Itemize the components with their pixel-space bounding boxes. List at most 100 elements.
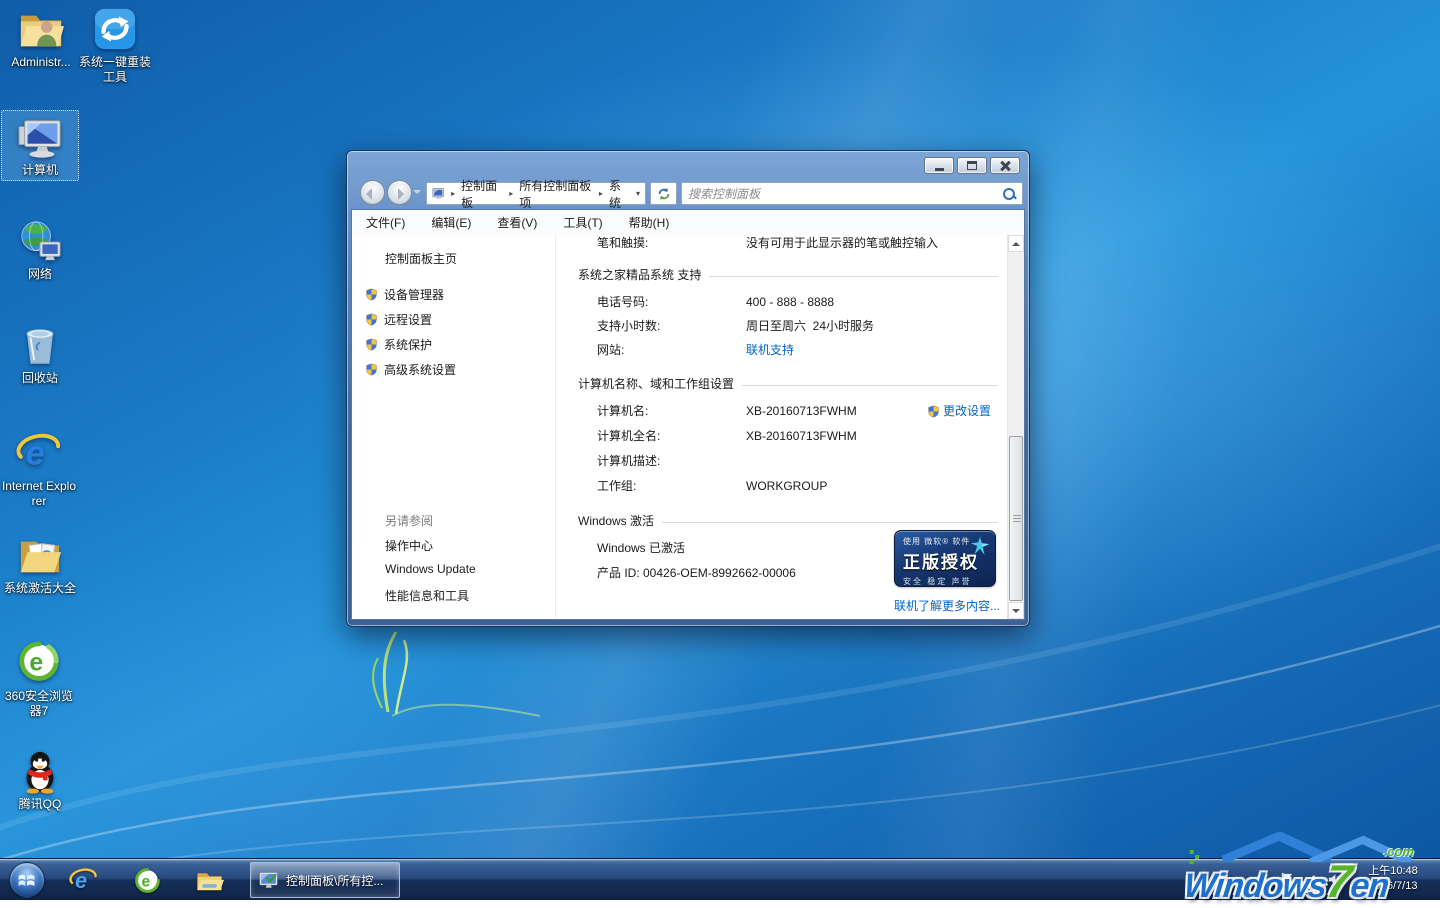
- learn-more-online-link[interactable]: 联机了解更多内容...: [894, 597, 1000, 614]
- ie-icon: e: [69, 866, 98, 895]
- section-rule: [709, 276, 998, 277]
- search-icon[interactable]: [1002, 187, 1016, 201]
- row-value: 没有可用于此显示器的笔或触控输入: [746, 235, 938, 251]
- sidebar: 控制面板主页 设备管理器 远程设置: [352, 235, 556, 619]
- change-settings-link[interactable]: 更改设置: [927, 403, 991, 419]
- desktop-icon-network[interactable]: 网络: [1, 218, 79, 282]
- desktop-icon-activation-pack[interactable]: 系统激活大全: [1, 532, 79, 596]
- sidebar-item-label: Windows Update: [385, 562, 476, 576]
- minimize-button[interactable]: [924, 157, 954, 174]
- menu-help[interactable]: 帮助(H): [629, 214, 670, 231]
- desktop-icon-360-browser[interactable]: e 360安全浏览器7: [0, 640, 78, 719]
- breadcrumb-item-system[interactable]: 系统: [609, 177, 630, 211]
- sidebar-item-control-panel-home[interactable]: 控制面板主页: [385, 250, 457, 267]
- website-row: 网站: 联机支持: [597, 342, 998, 358]
- row-value: XB-20160713FWHM: [746, 428, 857, 444]
- back-arrow-icon: [366, 188, 372, 200]
- uac-shield-icon: [927, 405, 940, 418]
- sidebar-item-label: 操作中心: [385, 537, 433, 554]
- online-support-link[interactable]: 联机支持: [746, 342, 794, 358]
- taskbar-active-task-control-panel[interactable]: 控制面板\所有控...: [250, 862, 400, 898]
- activation-section-header: Windows 激活: [578, 513, 998, 529]
- recent-pages-dropdown-icon[interactable]: [413, 190, 421, 198]
- sidebar-item-label: 设备管理器: [384, 286, 444, 303]
- menu-tools[interactable]: 工具(T): [563, 214, 602, 231]
- scrollbar-thumb[interactable]: [1009, 436, 1023, 601]
- desktop-wallpaper: Administr... 系统一键重装工具 计算机: [0, 0, 1440, 900]
- sidebar-item-label: 高级系统设置: [384, 361, 456, 378]
- ie-icon: e: [16, 430, 62, 476]
- vertical-scrollbar[interactable]: [1007, 235, 1024, 619]
- close-icon: [999, 161, 1011, 171]
- badge-bottom-text: 安全 稳定 声誉: [903, 576, 987, 587]
- desktop-icon-recycle-bin[interactable]: 回收站: [1, 322, 79, 386]
- close-button[interactable]: [990, 157, 1020, 174]
- full-computer-name-row: 计算机全名: XB-20160713FWHM: [597, 428, 998, 444]
- support-section-header: 系统之家精品系统 支持: [578, 267, 998, 283]
- refresh-icon: [657, 187, 671, 201]
- breadcrumb-item-all-items[interactable]: 所有控制面板项: [519, 177, 593, 211]
- phone-row: 电话号码: 400 - 888 - 8888: [597, 294, 998, 310]
- icon-label: 腾讯QQ: [1, 797, 79, 812]
- show-hidden-icons-button[interactable]: [1260, 873, 1270, 883]
- breadcrumb[interactable]: ▸ 控制面板 ▸ 所有控制面板项 ▸ 系统 ▾: [426, 182, 646, 205]
- action-center-flag-icon[interactable]: [1279, 872, 1294, 887]
- row-label: 电话号码:: [597, 294, 746, 310]
- sidebar-item-system-protection[interactable]: 系统保护: [365, 336, 432, 353]
- sidebar-item-windows-update[interactable]: Windows Update: [385, 562, 476, 576]
- task-button-label: 控制面板\所有控...: [286, 872, 383, 889]
- genuine-microsoft-badge: 使用 微软® 软件 正版授权 安全 稳定 声誉: [894, 530, 996, 587]
- menu-view[interactable]: 查看(V): [497, 214, 537, 231]
- desktop-icon-qq[interactable]: 腾讯QQ: [1, 748, 79, 812]
- breadcrumb-item-control-panel[interactable]: 控制面板: [461, 177, 503, 211]
- minimize-icon: [935, 168, 944, 171]
- address-dropdown-icon[interactable]: ▾: [636, 189, 640, 198]
- forward-button[interactable]: [387, 180, 412, 205]
- user-folder-icon: [18, 6, 64, 52]
- recycle-bin-icon: [17, 322, 63, 368]
- control-panel-task-icon: [258, 869, 280, 891]
- refresh-button[interactable]: [650, 182, 677, 205]
- taskbar-clock[interactable]: 上午10:48 2016/7/13: [1352, 864, 1434, 894]
- clock-time: 上午10:48: [1352, 864, 1434, 879]
- pen-touch-row: 笔和触摸: 没有可用于此显示器的笔或触控输入: [597, 235, 998, 251]
- open-folder-icon: [17, 532, 63, 578]
- menu-file[interactable]: 文件(F): [366, 214, 405, 231]
- sidebar-item-device-manager[interactable]: 设备管理器: [365, 286, 444, 303]
- navigation-bar: ▸ 控制面板 ▸ 所有控制面板项 ▸ 系统 ▾: [347, 178, 1029, 209]
- row-value: WORKGROUP: [746, 478, 827, 494]
- breadcrumb-separator: ▸: [509, 189, 513, 198]
- sidebar-item-performance-tools[interactable]: 性能信息和工具: [385, 587, 469, 604]
- row-label: 笔和触摸:: [597, 235, 746, 251]
- sidebar-item-action-center[interactable]: 操作中心: [385, 537, 433, 554]
- row-label: 计算机描述:: [597, 453, 746, 469]
- 360-browser-icon: e: [16, 640, 62, 686]
- sidebar-item-remote-settings[interactable]: 远程设置: [365, 311, 432, 328]
- desktop-icon-reinstall-tool[interactable]: 系统一键重装工具: [76, 6, 154, 85]
- search-box[interactable]: [681, 182, 1023, 205]
- desktop-icon-internet-explorer[interactable]: e Internet Explorer: [0, 430, 78, 509]
- desktop-icon-computer[interactable]: 计算机: [1, 110, 79, 181]
- scrollbar-up-button[interactable]: [1008, 235, 1024, 252]
- taskbar-360-browser-button[interactable]: e: [130, 864, 164, 896]
- volume-tray-icon[interactable]: [1327, 872, 1342, 887]
- start-button[interactable]: [9, 862, 45, 898]
- menu-bar: 文件(F) 编辑(E) 查看(V) 工具(T) 帮助(H): [352, 210, 1024, 235]
- sidebar-item-advanced-system-settings[interactable]: 高级系统设置: [365, 361, 456, 378]
- taskbar-explorer-button[interactable]: [192, 864, 226, 896]
- search-input[interactable]: [688, 187, 1002, 201]
- row-value: 400 - 888 - 8888: [746, 294, 834, 310]
- main-pane: 笔和触摸: 没有可用于此显示器的笔或触控输入 系统之家精品系统 支持 电话号码:…: [556, 235, 1024, 619]
- system-control-panel-window: ▸ 控制面板 ▸ 所有控制面板项 ▸ 系统 ▾: [346, 150, 1030, 627]
- menu-edit[interactable]: 编辑(E): [431, 214, 471, 231]
- breadcrumb-separator: ▸: [451, 189, 455, 198]
- scrollbar-down-button[interactable]: [1008, 602, 1024, 619]
- desktop-icon-administrator[interactable]: Administr...: [2, 6, 80, 70]
- taskbar-ie-button[interactable]: e: [66, 864, 100, 896]
- network-tray-icon[interactable]: [1303, 872, 1318, 887]
- row-value: XB-20160713FWHM: [746, 403, 857, 419]
- window-titlebar[interactable]: [347, 151, 1029, 178]
- back-button[interactable]: [360, 180, 385, 205]
- svg-text:e: e: [141, 873, 150, 890]
- maximize-button[interactable]: [957, 157, 987, 174]
